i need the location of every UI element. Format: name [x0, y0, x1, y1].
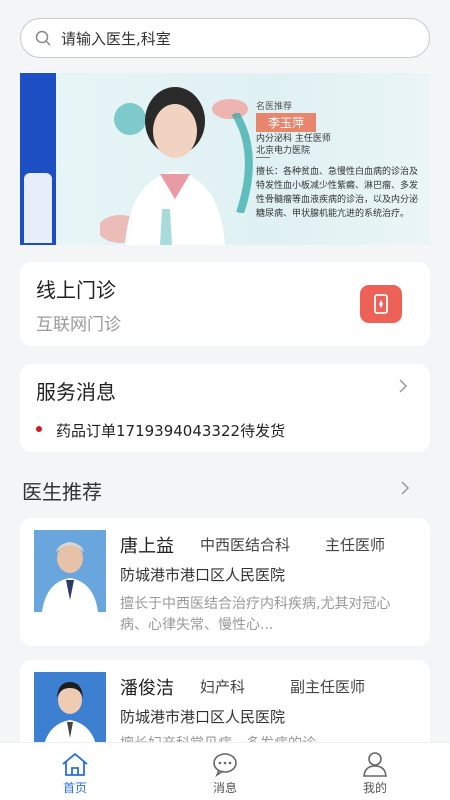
banner-prev-slide	[20, 73, 56, 245]
doctor-name: 潘俊洁	[120, 678, 174, 699]
tab-profile[interactable]: 我的	[300, 743, 450, 800]
tab-home[interactable]: 首页	[0, 743, 150, 800]
home-icon	[62, 752, 88, 776]
online-clinic-card[interactable]: 线上门诊 互联网门诊	[20, 262, 430, 346]
doctor-portrait-image	[100, 87, 248, 245]
doctor-department: 中西医结合科	[200, 536, 291, 554]
banner-doctor-name: 李玉萍	[256, 113, 317, 132]
tab-label: 我的	[362, 781, 387, 795]
chevron-right-icon[interactable]	[398, 378, 408, 394]
service-messages-title: 服务消息	[36, 380, 116, 404]
banner-divider	[256, 157, 270, 158]
doctor-rank: 副主任医师	[290, 678, 366, 696]
search-icon	[35, 30, 51, 46]
tab-label: 消息	[212, 781, 237, 795]
chevron-right-icon[interactable]	[400, 480, 410, 496]
doctor-department: 妇产科	[200, 678, 246, 696]
unread-dot	[36, 426, 42, 432]
online-clinic-subtitle: 互联网门诊	[36, 315, 121, 335]
doctor-intro: 擅长于中西医结合治疗内科疾病,尤其对冠心病、心律失常、慢性心...	[120, 596, 391, 633]
online-clinic-title: 线上门诊	[36, 278, 116, 302]
search-placeholder: 请输入医生,科室	[61, 29, 171, 48]
chat-icon	[213, 753, 237, 777]
doctor-banner[interactable]: 名医推荐 李玉萍 内分泌科 主任医师 北京电力医院 擅长：各种贫血、急慢性白血病…	[20, 73, 430, 245]
user-icon	[363, 752, 387, 777]
bottom-tab-bar: 首页 消息 我的	[0, 742, 450, 800]
banner-hospital: 北京电力医院	[256, 146, 311, 156]
banner-tag: 名医推荐	[256, 102, 293, 112]
doctor-hospital: 防城港市港口区人民医院	[120, 708, 286, 726]
doctor-hospital: 防城港市港口区人民医院	[120, 566, 286, 584]
doctor-rank: 主任医师	[325, 536, 386, 554]
doctor-card[interactable]: 唐上益 中西医结合科 主任医师 防城港市港口区人民医院 擅长于中西医结合治疗内科…	[20, 518, 430, 646]
banner-description: 擅长：各种贫血、急慢性白血病的诊治及特发性血小板减少性紫癜、淋巴瘤、多发性骨髓瘤…	[256, 167, 419, 219]
service-message-item[interactable]: 药品订单1719394043322待发货	[56, 420, 285, 441]
doctor-recommend-title: 医生推荐	[22, 480, 102, 504]
search-bar[interactable]: 请输入医生,科室	[20, 18, 430, 58]
service-messages-card[interactable]: 服务消息 药品订单1719394043322待发货	[20, 364, 430, 452]
tab-label: 首页	[62, 781, 87, 795]
doctor-avatar	[34, 530, 106, 612]
tab-messages[interactable]: 消息	[150, 743, 300, 800]
phone-card-icon	[374, 294, 388, 314]
online-clinic-button[interactable]	[360, 285, 402, 323]
doctor-name: 唐上益	[120, 536, 174, 557]
